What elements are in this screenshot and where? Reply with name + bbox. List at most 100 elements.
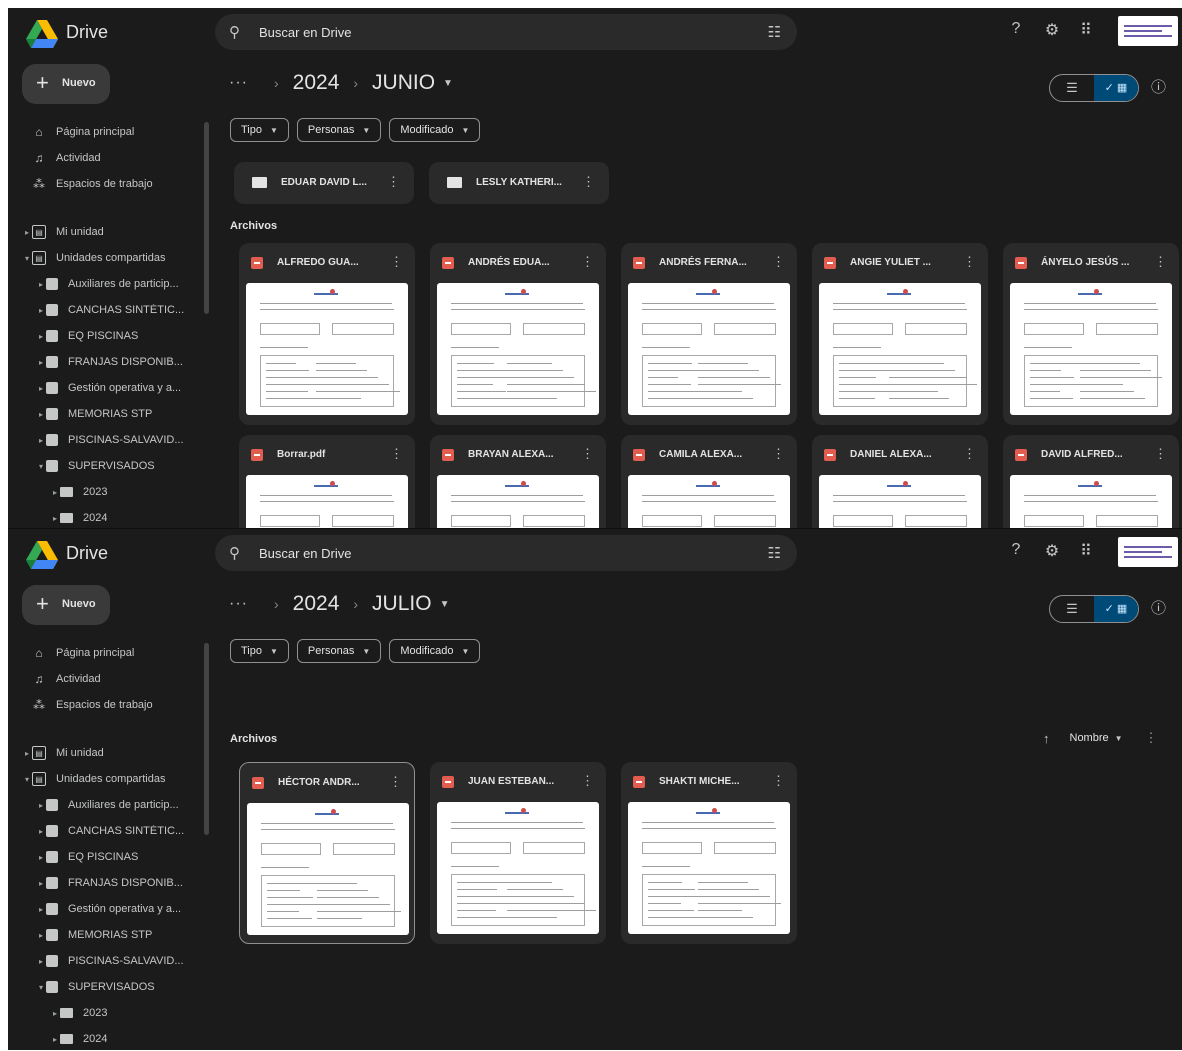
sidebar-folder-item[interactable]: ▸ 2024 [8,1027,208,1050]
sidebar-item-shared-drives[interactable]: ▾ ▤ Unidades compartidas [8,246,208,270]
list-view-icon[interactable]: ☰ [1050,596,1094,622]
file-card[interactable]: JUAN ESTEBAN... ⋮ [430,762,606,944]
shared-drive-item[interactable]: ▾ SUPERVISADOS [8,975,208,999]
chevron-right-icon[interactable]: ▸ [36,280,46,289]
chevron-down-icon[interactable]: ▾ [36,462,46,471]
more-vert-icon[interactable]: ⋮ [772,254,785,270]
file-thumbnail[interactable] [437,475,599,528]
drive-logo-icon[interactable] [26,20,58,48]
tune-icon[interactable]: ☷ [768,544,781,562]
shared-drive-item[interactable]: ▸ Gestión operativa y a... [8,897,208,921]
account-avatar[interactable] [1118,16,1178,46]
file-card[interactable]: SHAKTI MICHE... ⋮ [621,762,797,944]
info-icon[interactable]: ⓘ [1151,597,1166,618]
sidebar-item-activity[interactable]: ♫ Actividad [8,146,208,170]
shared-drive-item[interactable]: ▸ FRANJAS DISPONIB... [8,350,208,374]
chevron-right-icon[interactable]: ▸ [36,931,46,940]
shared-drive-item[interactable]: ▸ MEMORIAS STP [8,923,208,947]
file-thumbnail[interactable] [628,802,790,934]
chevron-right-icon[interactable]: ▸ [36,879,46,888]
help-icon[interactable]: ? [1006,20,1026,38]
more-vert-icon[interactable]: ⋮ [963,446,976,462]
apps-grid-icon[interactable]: ⠿ [1076,20,1096,40]
search-icon[interactable]: ⚲ [229,544,240,562]
file-card[interactable]: ÁNYELO JESÚS ... ⋮ [1003,243,1179,425]
search-input[interactable]: Buscar en Drive [259,25,351,40]
file-thumbnail[interactable] [819,475,981,528]
shared-drive-item[interactable]: ▸ FRANJAS DISPONIB... [8,871,208,895]
more-vert-icon[interactable]: ⋮ [581,773,594,789]
shared-drive-item[interactable]: ▸ PISCINAS-SALVAVID... [8,949,208,973]
more-vert-icon[interactable]: ⋮ [581,254,594,270]
chevron-right-icon[interactable]: ▸ [36,436,46,445]
file-thumbnail[interactable] [1010,475,1172,528]
file-thumbnail[interactable] [437,283,599,415]
file-card[interactable]: CAMILA ALEXA... ⋮ [621,435,797,528]
file-card[interactable]: ALFREDO GUA... ⋮ [239,243,415,425]
shared-drive-item[interactable]: ▸ EQ PISCINAS [8,324,208,348]
sidebar-item-workspaces[interactable]: ⁂ Espacios de trabajo [8,693,208,717]
file-thumbnail[interactable] [628,283,790,415]
filter-type[interactable]: Tipo ▼ [230,639,289,663]
grid-view-icon[interactable]: ✓ ▦ [1094,596,1138,622]
chevron-right-icon[interactable]: ▸ [36,410,46,419]
sidebar-item-my-drive[interactable]: ▸ ▤ Mi unidad [8,220,208,244]
folder-card[interactable]: EDUAR DAVID L... ⋮ [234,162,414,204]
shared-drive-item[interactable]: ▸ MEMORIAS STP [8,402,208,426]
search-input[interactable]: Buscar en Drive [259,546,351,561]
chevron-down-icon[interactable]: ▾ [22,254,32,263]
app-name[interactable]: Drive [66,543,108,564]
breadcrumb-more[interactable]: ··· [229,74,248,92]
search-bar[interactable]: ⚲ Buscar en Drive ☷ [215,14,797,50]
shared-drive-item[interactable]: ▸ CANCHAS SINTÉTIC... [8,298,208,322]
file-thumbnail[interactable] [246,475,408,528]
chevron-right-icon[interactable]: ▸ [36,801,46,810]
shared-drive-item[interactable]: ▾ SUPERVISADOS [8,454,208,478]
chevron-right-icon[interactable]: ▸ [50,1035,60,1044]
more-vert-icon[interactable]: ⋮ [1154,254,1167,270]
file-card[interactable]: DANIEL ALEXA... ⋮ [812,435,988,528]
file-thumbnail[interactable] [437,802,599,934]
chevron-right-icon[interactable]: ▸ [22,749,32,758]
chevron-down-icon[interactable]: ▾ [22,775,32,784]
filter-modified[interactable]: Modificado ▼ [389,639,481,663]
breadcrumb-year[interactable]: 2024 [293,71,340,95]
app-name[interactable]: Drive [66,22,108,43]
chevron-right-icon[interactable]: ▸ [36,332,46,341]
file-card[interactable]: ANDRÉS FERNA... ⋮ [621,243,797,425]
chevron-right-icon[interactable]: ▸ [36,905,46,914]
breadcrumb-month[interactable]: JUNIO [372,71,435,95]
shared-drive-item[interactable]: ▸ PISCINAS-SALVAVID... [8,428,208,452]
chevron-right-icon[interactable]: ▸ [50,488,60,497]
chevron-down-icon[interactable]: ▼ [1115,734,1123,743]
more-vert-icon[interactable]: ⋮ [389,774,402,790]
more-vert-icon[interactable]: ⋮ [390,446,403,462]
chevron-right-icon[interactable]: ▸ [36,957,46,966]
breadcrumb-month[interactable]: JULIO [372,592,432,616]
shared-drive-item[interactable]: ▸ CANCHAS SINTÉTIC... [8,819,208,843]
file-card[interactable]: HÉCTOR ANDR... ⋮ [239,762,415,944]
sidebar-folder-item[interactable]: ▸ 2023 [8,1001,208,1025]
view-toggle[interactable]: ☰ ✓ ▦ [1049,595,1139,623]
sidebar-folder-item[interactable]: ▸ 2024 [8,506,208,528]
arrow-up-icon[interactable]: ↑ [1043,731,1050,746]
info-icon[interactable]: ⓘ [1151,76,1166,97]
filter-type[interactable]: Tipo ▼ [230,118,289,142]
sort-by-name[interactable]: Nombre [1070,732,1109,744]
chevron-right-icon[interactable]: ▸ [22,228,32,237]
filter-people[interactable]: Personas ▼ [296,118,382,142]
filter-modified[interactable]: Modificado ▼ [389,118,481,142]
more-vert-icon[interactable]: ⋮ [582,174,595,190]
more-vert-icon[interactable]: ⋮ [390,254,403,270]
chevron-right-icon[interactable]: ▸ [36,306,46,315]
more-vert-icon[interactable]: ⋮ [581,446,594,462]
file-thumbnail[interactable] [246,283,408,415]
file-thumbnail[interactable] [628,475,790,528]
file-card[interactable]: ANGIE YULIET ... ⋮ [812,243,988,425]
sidebar-scrollbar[interactable] [204,122,209,314]
file-card[interactable]: ANDRÉS EDUA... ⋮ [430,243,606,425]
sidebar-item-my-drive[interactable]: ▸ ▤ Mi unidad [8,741,208,765]
chevron-right-icon[interactable]: ▸ [50,514,60,523]
more-vert-icon[interactable]: ⋮ [1154,446,1167,462]
shared-drive-item[interactable]: ▸ Auxiliares de particip... [8,793,208,817]
